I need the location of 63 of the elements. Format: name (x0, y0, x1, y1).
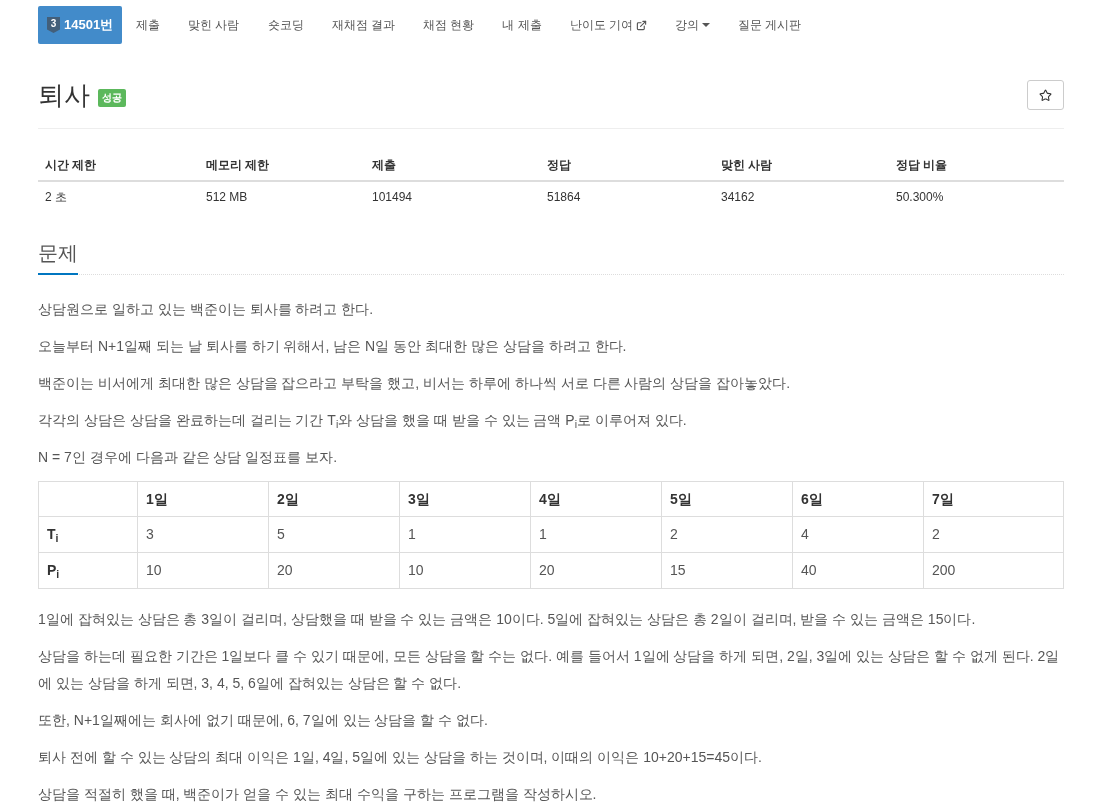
section-title: 문제 (38, 239, 78, 275)
table-cell: 5 (268, 516, 400, 553)
column-header: 1일 (137, 481, 269, 517)
nav-link[interactable]: 숏코딩 (253, 6, 318, 44)
column-header: 정답 비율 (889, 150, 1064, 181)
paragraph: 백준이는 비서에게 최대한 많은 상담을 잡으라고 부탁을 했고, 비서는 하루에 하나씩 서로 다른 사람의 상담을 잡아놓았다. (38, 374, 792, 393)
paragraph: 퇴사 전에 할 수 있는 상담의 최대 이익은 1일, 4일, 5일에 있는 상담을 하는 것이며, 이때의 이익은 10+20+15=45이다. (38, 748, 763, 767)
caret-icon (701, 23, 710, 27)
column-header: 3일 (399, 481, 531, 517)
table-cell: 3 (137, 516, 269, 553)
column-header: 제출 (365, 150, 540, 181)
problem-tab[interactable]: 3 14501번 (38, 6, 123, 44)
row-header: T$_{i}$ (38, 516, 138, 553)
column-header: 시간 제한 (38, 150, 199, 181)
table-cell: 1 (530, 516, 662, 553)
nav-link[interactable]: 질문 게시판 (723, 6, 816, 44)
column-header: 5일 (661, 481, 793, 517)
table-cell: 2 (923, 516, 1064, 553)
row-header: P$_{i}$ (38, 552, 138, 589)
problem-title: 퇴사 (38, 80, 90, 110)
paragraph: 1일에 잡혀있는 상담은 총 3일이 걸리며, 상담했을 때 받을 수 있는 금액은 10이다. 5일에 잡혀있는 상담은 총 2일이 걸리며, 받을 수 있는 금액은 15이다. (38, 610, 977, 629)
table-cell: 2 초 (38, 181, 199, 212)
paragraph: 또한, N+1일째에는 회사에 없기 때문에, 6, 7일에 있는 상담을 할 수 없다. (38, 711, 489, 730)
table-cell: 51864 (540, 181, 714, 212)
paragraph: N = 7인 경우에 다음과 같은 상담 일정표를 보자. (38, 448, 339, 467)
table-cell: 20 (268, 552, 400, 589)
table-cell: 101494 (365, 181, 540, 212)
nav-link[interactable]: 내 제출 (488, 6, 556, 44)
paragraph: 상담을 하는데 필요한 기간은 1일보다 클 수 있기 때문에, 모든 상담을 할 수는 없다. 예를 들어서 1일에 상담을 하게 되면, 2일, 3일에 있는 상담은 할 수 없게 된다. 2일에 있는 상담을 하게 되면, 3, 4, 5, 6일에 잡혀있는 상담은 할 수 없다. (38, 647, 1061, 693)
column-header: 2일 (268, 481, 400, 517)
nav-link[interactable]: 난이도 기여 (555, 6, 661, 44)
table-cell: 15 (661, 552, 793, 589)
column-header: 7일 (923, 481, 1064, 517)
status-badge: 성공 (98, 89, 126, 107)
table-cell: 10 (399, 552, 531, 589)
table-cell: 512 MB (199, 181, 365, 212)
paragraph: 각각의 상담은 상담을 완료하는데 걸리는 기간 T$_{i}$와 상담을 했을 때 받을 수 있는 금액 P$_{i}$로 이루어져 있다. (38, 411, 688, 432)
column-header: 4일 (530, 481, 662, 517)
column-header: 6일 (792, 481, 924, 517)
nav-link[interactable]: 제출 (122, 6, 175, 44)
tier-badge: 3 (47, 17, 60, 33)
table-cell: 2 (661, 516, 793, 553)
favorite-button[interactable] (1027, 80, 1064, 110)
table-cell: 4 (792, 516, 924, 553)
star-icon (1039, 88, 1052, 102)
column-header: 메모리 제한 (199, 150, 365, 181)
paragraph: 상담을 적절히 했을 때, 백준이가 얻을 수 있는 최대 수익을 구하는 프로그램을 작성하시오. (38, 785, 598, 804)
nav-dropdown[interactable]: 강의 (660, 6, 724, 44)
column-header: 맞힌 사람 (714, 150, 889, 181)
table-cell: 50.300% (889, 181, 1064, 212)
nav-link[interactable]: 재채점 결과 (317, 6, 409, 44)
nav-link[interactable]: 채점 현황 (408, 6, 489, 44)
external-link-icon (635, 19, 647, 31)
table-cell: 1 (399, 516, 531, 553)
table-cell: 200 (923, 552, 1064, 589)
paragraph: 상담원으로 일하고 있는 백준이는 퇴사를 하려고 한다. (38, 300, 375, 319)
column-header: 정답 (540, 150, 714, 181)
table-cell: 20 (530, 552, 662, 589)
table-cell: 34162 (714, 181, 889, 212)
nav-link[interactable]: 맞힌 사람 (174, 6, 254, 44)
paragraph: 오늘부터 N+1일째 되는 날 퇴사를 하기 위해서, 남은 N일 동안 최대한 많은 상담을 하려고 한다. (38, 337, 628, 356)
table-cell: 40 (792, 552, 924, 589)
table-cell: 10 (137, 552, 269, 589)
